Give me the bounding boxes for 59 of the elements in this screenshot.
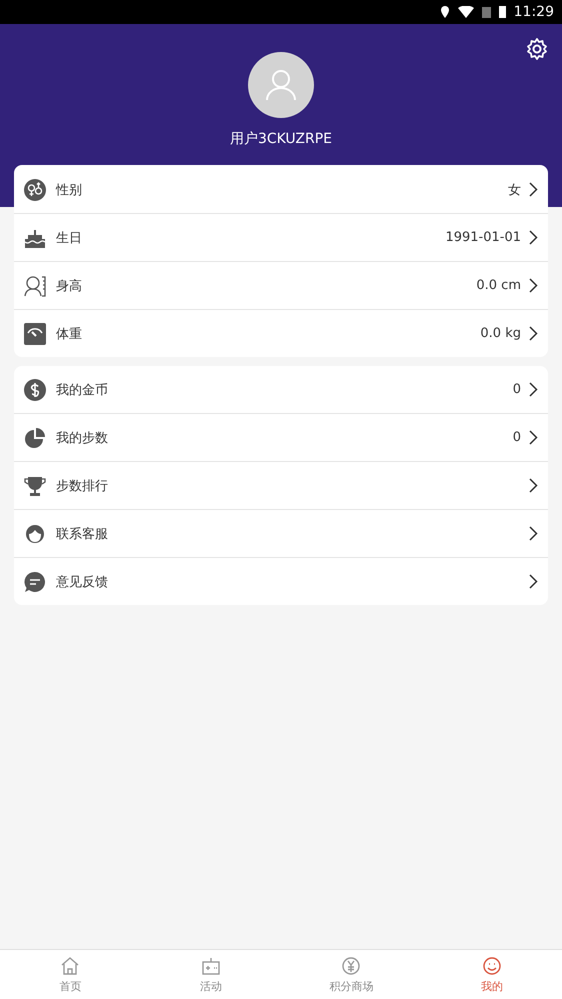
status-time: 11:29 <box>514 4 554 20</box>
list-row[interactable]: 生日 1991-01-01 <box>14 214 548 262</box>
row-value: 1991-01-01 <box>445 230 521 245</box>
home-icon <box>60 956 80 976</box>
person-icon <box>24 522 46 544</box>
tab-label: 我的 <box>480 978 503 994</box>
row-label: 意见反馈 <box>56 574 109 590</box>
row-label: 联系客服 <box>56 526 109 542</box>
list-row[interactable]: 性别 女 <box>14 166 548 214</box>
list-row[interactable]: 联系客服 <box>14 510 548 558</box>
chevron-icon <box>529 182 538 197</box>
tab-label: 积分商场 <box>329 978 374 994</box>
gamepad-icon <box>200 956 221 976</box>
tab-label: 活动 <box>200 978 222 994</box>
list-row[interactable]: 意见反馈 <box>14 558 548 605</box>
list-row[interactable]: 我的金币 0 <box>14 366 548 414</box>
chevron-icon <box>529 478 538 493</box>
row-label: 我的金币 <box>56 382 109 398</box>
list-row[interactable]: 步数排行 <box>14 462 548 510</box>
tab-label: 首页 <box>59 978 82 994</box>
yen-coin-icon <box>341 956 362 976</box>
chevron-icon <box>529 430 538 445</box>
row-value: 0.0 cm <box>476 278 521 293</box>
row-label: 性别 <box>56 182 83 198</box>
gender-icon <box>24 178 46 200</box>
chevron-icon <box>529 526 538 541</box>
chevron-icon <box>529 382 538 397</box>
list-row[interactable]: 我的步数 0 <box>14 414 548 462</box>
list-row[interactable]: 体重 0.0 kg <box>14 310 548 357</box>
row-label: 我的步数 <box>56 430 109 446</box>
trophy-icon <box>24 474 46 496</box>
row-value: 0 <box>512 430 521 445</box>
row-value: 0 <box>512 382 521 397</box>
wifi-icon <box>458 6 474 18</box>
settings-icon[interactable] <box>525 37 549 61</box>
row-label: 体重 <box>56 326 83 342</box>
face-ruler-icon <box>24 274 46 296</box>
row-value: 女 <box>508 182 521 198</box>
chat-icon <box>24 570 46 592</box>
nav-tab[interactable]: 活动 <box>140 950 281 999</box>
dollar-icon <box>24 378 46 400</box>
nav-tab[interactable]: 积分商场 <box>281 950 422 999</box>
row-label: 生日 <box>56 230 83 246</box>
chevron-icon <box>529 326 538 341</box>
row-label: 步数排行 <box>56 478 109 494</box>
chevron-icon <box>529 230 538 245</box>
chevron-icon <box>529 278 538 293</box>
location-icon <box>440 5 450 19</box>
user-icon <box>264 68 298 102</box>
nav-tab[interactable]: 首页 <box>0 950 140 999</box>
username: 用户3CKUZRPE <box>230 130 332 148</box>
list-row[interactable]: 身高 0.0 cm <box>14 262 548 310</box>
chevron-icon <box>529 574 538 589</box>
smiley-icon <box>482 956 502 976</box>
row-value: 0.0 kg <box>480 326 521 341</box>
pie-chart-icon <box>24 426 46 448</box>
nav-tab[interactable]: 我的 <box>422 950 562 999</box>
gauge-icon <box>24 322 46 344</box>
row-label: 身高 <box>56 278 83 294</box>
